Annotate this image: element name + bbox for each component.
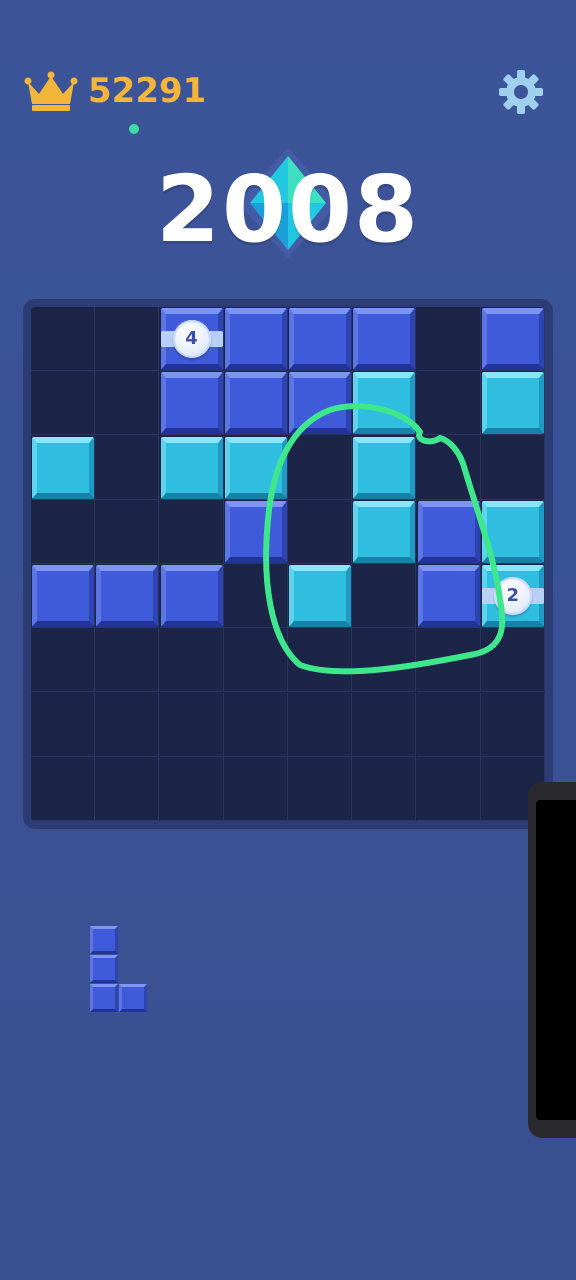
blue-block: [289, 308, 351, 370]
board-cell[interactable]: [416, 756, 481, 821]
board-cell[interactable]: [288, 435, 352, 500]
crown-icon: [24, 71, 78, 111]
board-cell[interactable]: [95, 371, 160, 436]
board-cell[interactable]: [352, 564, 417, 628]
board-cell[interactable]: [352, 692, 417, 757]
board-cell[interactable]: [480, 628, 545, 693]
blue-block: [96, 565, 159, 627]
cyan-block: [224, 436, 287, 499]
board-cell[interactable]: [223, 564, 288, 628]
piece-cell: [90, 926, 118, 954]
blue-block: [481, 308, 544, 370]
phone-overlay-screen: [536, 800, 576, 1120]
board-cell[interactable]: [159, 499, 224, 564]
blue-block: [32, 565, 94, 627]
board-cell[interactable]: [288, 692, 352, 757]
blue-block: [353, 308, 416, 370]
board-cell[interactable]: [95, 307, 160, 371]
board-cell[interactable]: [416, 307, 481, 371]
board-cell[interactable]: [416, 628, 481, 693]
cyan-block: [160, 436, 223, 499]
board-cell[interactable]: [480, 692, 545, 757]
cyan-block: [32, 436, 94, 499]
cyan-block: [353, 500, 416, 563]
board-cell[interactable]: [95, 756, 160, 821]
board-cell[interactable]: [159, 628, 224, 693]
board-cell[interactable]: [352, 628, 417, 693]
board-cell[interactable]: [95, 628, 160, 693]
board-cell[interactable]: [95, 692, 160, 757]
board-cell[interactable]: [480, 435, 545, 500]
board-cell[interactable]: [31, 307, 95, 371]
board-cell[interactable]: [416, 371, 481, 436]
phone-overlay: [528, 782, 576, 1138]
piece-cell: [90, 984, 118, 1012]
blue-block: [224, 500, 287, 563]
piece-cell: [90, 955, 118, 983]
board-cell[interactable]: [288, 756, 352, 821]
board-cell[interactable]: [31, 628, 95, 693]
blue-block: [417, 565, 480, 627]
blue-block: [417, 500, 480, 563]
board-cell[interactable]: [416, 692, 481, 757]
best-score: 52291: [88, 71, 207, 111]
piece-cell: [119, 984, 147, 1012]
board-cell[interactable]: [159, 756, 224, 821]
game-board: 42: [23, 299, 553, 829]
board-cell[interactable]: [31, 756, 95, 821]
board-cell[interactable]: [352, 756, 417, 821]
blue-block: [224, 308, 287, 370]
blue-block: [289, 372, 351, 435]
board-grid[interactable]: 42: [31, 307, 545, 821]
cyan-block: [353, 436, 416, 499]
board-cell[interactable]: [288, 499, 352, 564]
bonus-coin: 4: [172, 320, 211, 358]
cyan-block: [353, 372, 416, 435]
cyan-block: [481, 372, 544, 435]
status-dot: [129, 124, 139, 134]
board-cell[interactable]: [288, 628, 352, 693]
board-cell[interactable]: [31, 499, 95, 564]
blue-block: [160, 372, 223, 435]
board-cell[interactable]: [223, 756, 288, 821]
gear-icon[interactable]: [498, 69, 544, 115]
board-cell[interactable]: [223, 628, 288, 693]
blue-block: [160, 565, 223, 627]
board-cell[interactable]: [95, 499, 160, 564]
board-cell[interactable]: [223, 692, 288, 757]
current-score: 2008: [155, 156, 421, 263]
board-cell[interactable]: [416, 435, 481, 500]
next-piece-l[interactable]: [90, 926, 152, 1016]
board-cell[interactable]: [31, 371, 95, 436]
cyan-block: [481, 500, 544, 563]
board-cell[interactable]: [159, 692, 224, 757]
board-cell[interactable]: [95, 435, 160, 500]
board-cell[interactable]: [31, 692, 95, 757]
bonus-coin: 2: [493, 577, 532, 615]
cyan-block: [289, 565, 351, 627]
blue-block: [224, 372, 287, 435]
